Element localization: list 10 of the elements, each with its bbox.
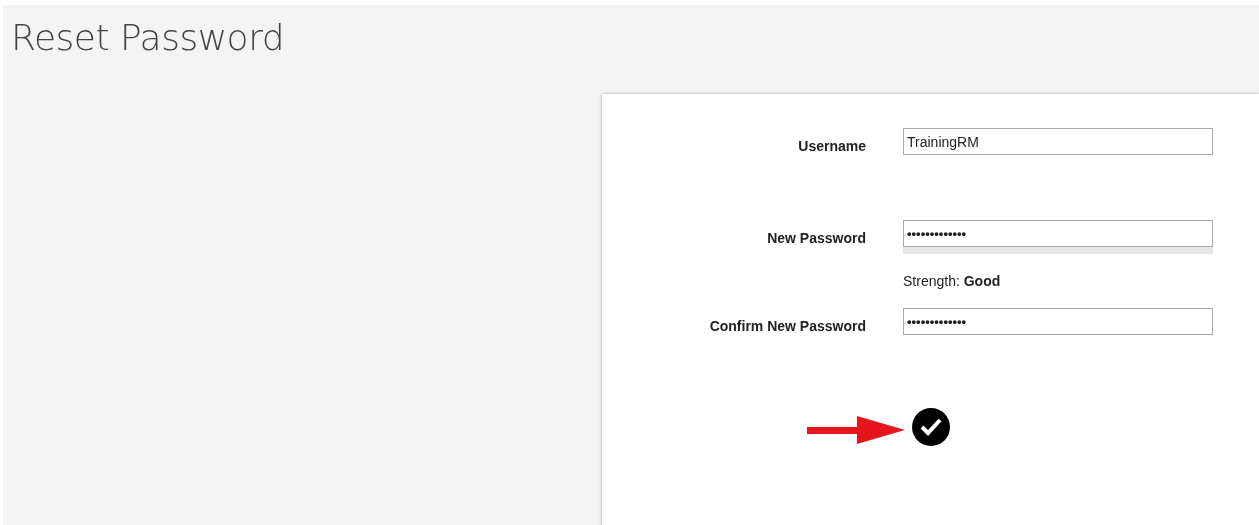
field-label: Confirm New Password bbox=[708, 318, 866, 334]
field-label: New Password bbox=[766, 230, 866, 246]
input-field[interactable]: ••••••••••••• bbox=[903, 220, 1213, 247]
check-icon bbox=[912, 408, 950, 446]
field-label: Username bbox=[797, 138, 866, 154]
input-field[interactable]: TrainingRM bbox=[903, 128, 1213, 155]
strength-text: Strength: Good bbox=[903, 273, 1002, 289]
input-field[interactable]: ••••••••••••• bbox=[903, 308, 1213, 335]
submit-button[interactable] bbox=[912, 408, 950, 446]
page-title: Reset Password bbox=[11, 16, 286, 60]
